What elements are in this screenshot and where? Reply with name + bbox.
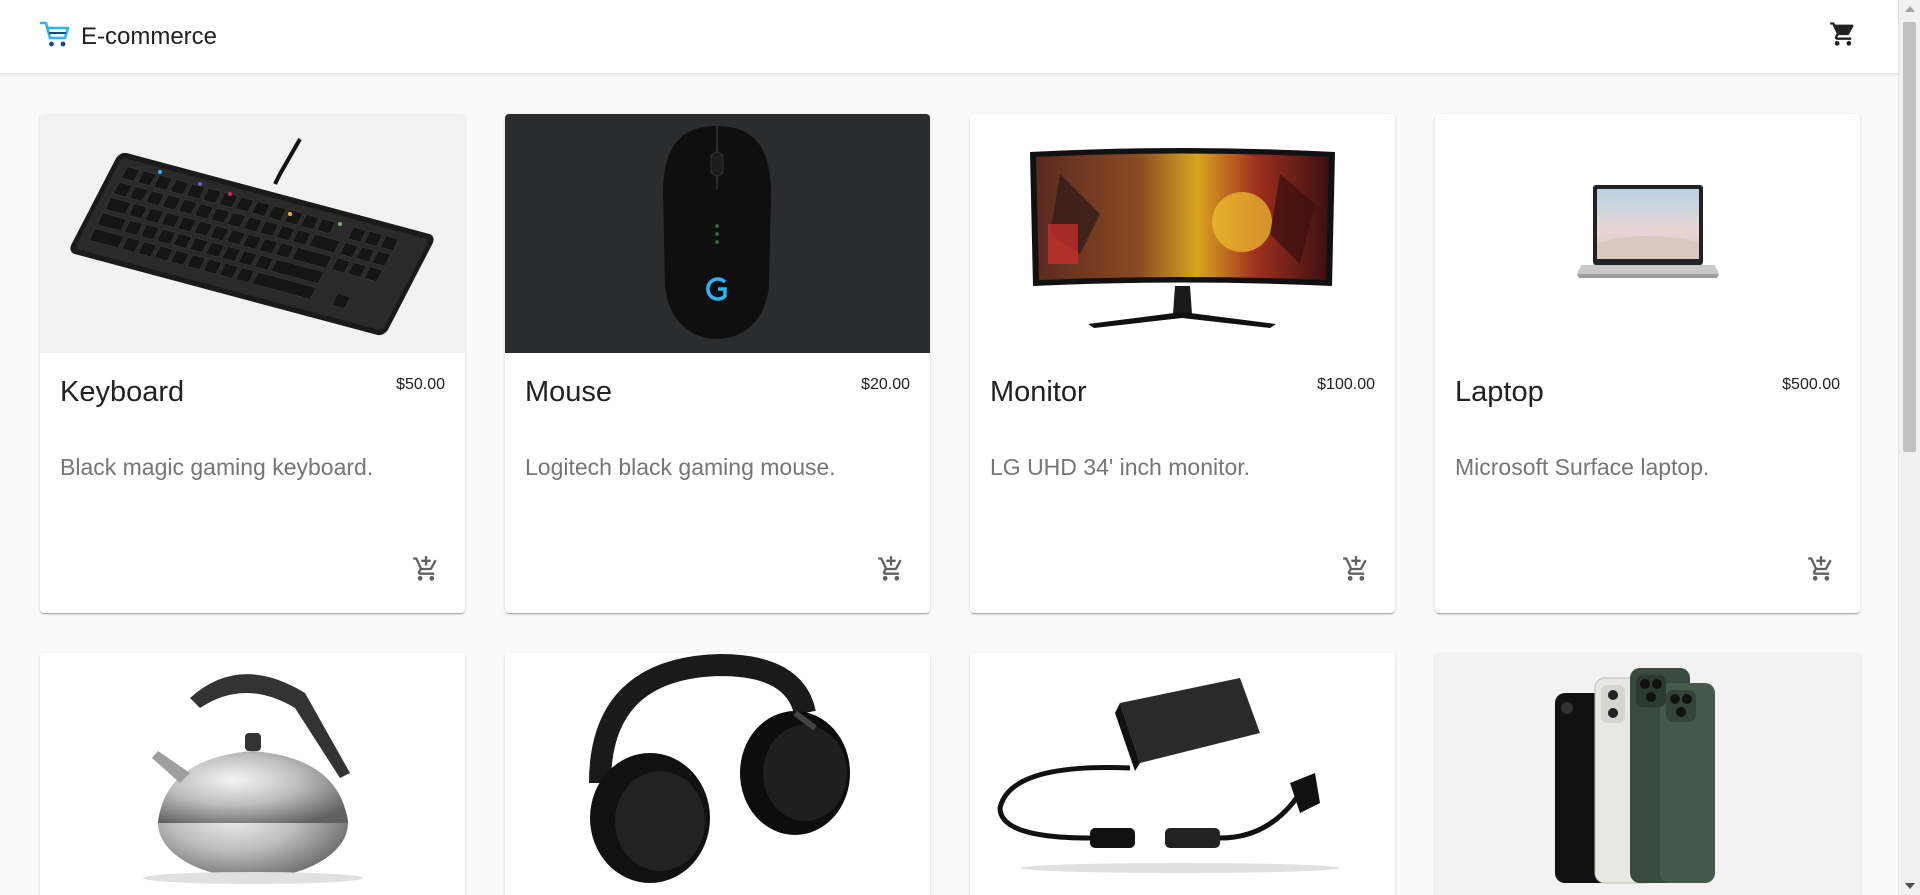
product-title: Laptop: [1455, 376, 1544, 408]
add-to-cart-button[interactable]: [1339, 554, 1373, 588]
product-price: $100.00: [1317, 376, 1375, 393]
brand-title: E-commerce: [81, 22, 218, 50]
add-to-cart-button[interactable]: [409, 554, 443, 588]
shopping-cart-icon: [39, 19, 71, 54]
headphones-image: [505, 653, 930, 895]
product-description: LG UHD 34' inch monitor.: [990, 454, 1251, 480]
product-price: $50.00: [396, 376, 445, 393]
scroll-down-icon[interactable]: [1905, 883, 1915, 889]
product-title: Mouse: [525, 376, 613, 408]
product-card-monitor[interactable]: Monitor $100.00 LG UHD 34' inch monitor.: [970, 114, 1395, 613]
add-to-cart-button[interactable]: [874, 554, 908, 588]
product-card-laptop[interactable]: Laptop $500.00 Microsoft Surface laptop.: [1435, 114, 1860, 613]
add-to-cart-button[interactable]: [1804, 554, 1838, 588]
brand[interactable]: E-commerce: [39, 19, 217, 54]
laptop-image: [1435, 114, 1860, 353]
cart-button[interactable]: [1825, 18, 1861, 54]
product-card-keyboard[interactable]: Keyboard $50.00 Black magic gaming keybo…: [40, 114, 465, 613]
scroll-up-icon[interactable]: [1905, 6, 1915, 12]
product-card-headphones[interactable]: [505, 653, 930, 895]
app-bar: E-commerce: [0, 0, 1898, 74]
page-scrollbar[interactable]: [1898, 0, 1920, 895]
product-description: Logitech black gaming mouse.: [525, 454, 836, 480]
product-card-kettle[interactable]: [40, 653, 465, 895]
monitor-image: [970, 114, 1395, 353]
keyboard-image: [40, 114, 465, 353]
scrollbar-thumb[interactable]: [1903, 22, 1916, 452]
add-shopping-cart-icon: [1807, 555, 1835, 588]
product-card-mouse[interactable]: Mouse $20.00 Logitech black gaming mouse…: [505, 114, 930, 613]
add-shopping-cart-icon: [877, 555, 905, 588]
product-price: $20.00: [861, 376, 910, 393]
kettle-image: [40, 653, 465, 895]
add-shopping-cart-icon: [412, 555, 440, 588]
product-card-charger[interactable]: [970, 653, 1395, 895]
charger-image: [970, 653, 1395, 895]
product-title: Monitor: [990, 376, 1087, 408]
add-shopping-cart-icon: [1342, 555, 1370, 588]
product-title: Keyboard: [60, 376, 185, 408]
product-description: Microsoft Surface laptop.: [1455, 454, 1710, 480]
product-card-phones[interactable]: [1435, 653, 1860, 895]
mouse-image: [505, 114, 930, 353]
product-description: Black magic gaming keyboard.: [60, 454, 374, 480]
cart-icon: [1829, 20, 1857, 53]
phones-image: [1435, 653, 1860, 895]
product-price: $500.00: [1782, 376, 1840, 393]
